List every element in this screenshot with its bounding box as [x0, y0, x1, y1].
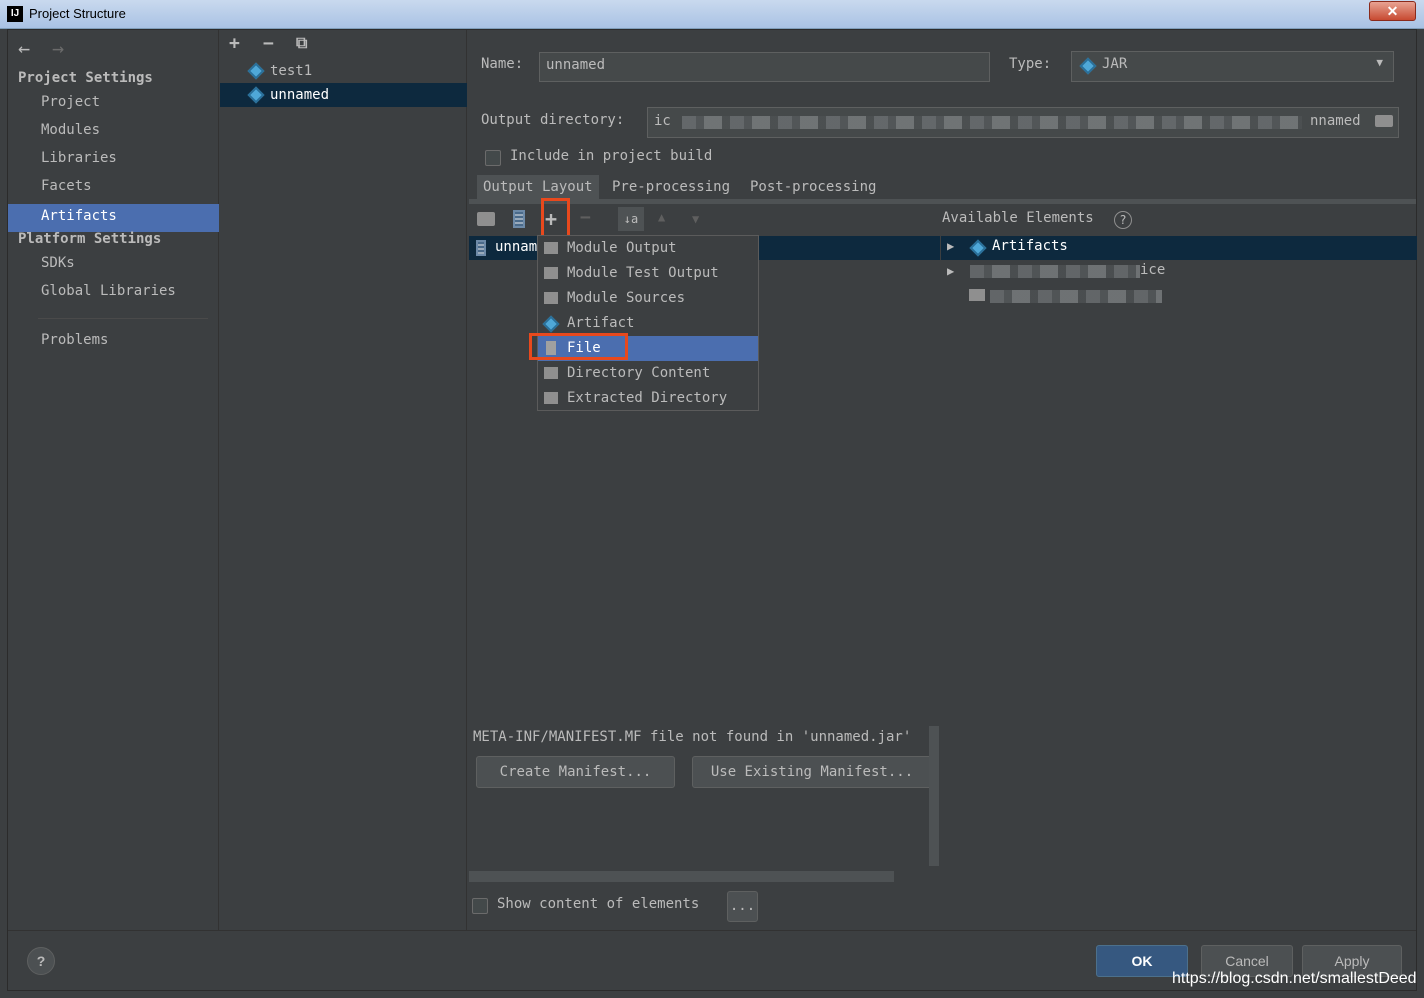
use-existing-manifest-button[interactable]: Use Existing Manifest...: [692, 756, 932, 788]
output-directory-input[interactable]: ic nnamed: [647, 107, 1399, 138]
tab-underline: [469, 199, 1416, 204]
menu-item-directory-content[interactable]: Directory Content: [538, 361, 758, 386]
artifact-label: test1: [270, 63, 313, 79]
type-value: JAR: [1102, 56, 1128, 72]
sidebar-item-problems[interactable]: Problems: [8, 327, 219, 354]
name-label: Name:: [481, 56, 524, 72]
manifest-scrollbar[interactable]: [929, 726, 939, 866]
project-settings-heading: Project Settings: [18, 70, 153, 86]
module-test-output-icon: [544, 267, 558, 279]
sort-icon[interactable]: ↓a: [618, 207, 644, 231]
help-icon[interactable]: ?: [27, 947, 55, 975]
forward-arrow-icon[interactable]: →: [52, 36, 64, 60]
menu-item-label: Module Output: [567, 240, 677, 256]
layout-root-label: unnam: [495, 239, 538, 255]
menu-item-label: Module Sources: [567, 290, 686, 306]
create-archive-icon[interactable]: [513, 210, 525, 228]
artifact-row-test1[interactable]: test1: [220, 59, 467, 83]
menu-item-module-test-output[interactable]: Module Test Output: [538, 261, 758, 286]
watermark: https://blog.csdn.net/smallestDeed: [1172, 970, 1417, 987]
artifacts-icon: [969, 239, 987, 257]
help-icon[interactable]: ?: [1114, 211, 1132, 229]
module-sources-icon: [544, 292, 558, 304]
remove-element-icon[interactable]: −: [580, 207, 591, 228]
add-element-menu: Module Output Module Test Output Module …: [537, 235, 759, 411]
jar-artifact-icon: [247, 62, 265, 80]
menu-item-extracted-directory[interactable]: Extracted Directory: [538, 386, 758, 411]
blurred-module-item: [990, 290, 1162, 303]
settings-sidebar: ← → Project Settings Project Modules Lib…: [8, 30, 219, 975]
available-artifacts-label: Artifacts: [992, 238, 1068, 254]
expand-arrow-icon[interactable]: ▶: [947, 239, 954, 253]
copy-artifact-icon[interactable]: ⧉: [296, 33, 307, 53]
menu-item-label: Module Test Output: [567, 265, 719, 281]
show-content-label: Show content of elements: [497, 896, 700, 912]
type-select[interactable]: JAR ▼: [1071, 51, 1394, 82]
menu-item-label: Extracted Directory: [567, 390, 728, 406]
move-down-icon[interactable]: ▼: [692, 212, 699, 226]
sidebar-item-libraries[interactable]: Libraries: [8, 145, 219, 172]
show-content-checkbox[interactable]: [472, 898, 488, 914]
menu-item-label: Directory Content: [567, 365, 711, 381]
sidebar-item-artifacts[interactable]: Artifacts: [8, 204, 219, 232]
jar-type-icon: [1079, 57, 1097, 75]
extracted-directory-icon: [544, 392, 558, 404]
include-in-build-label: Include in project build: [510, 148, 713, 164]
manifest-warning: META-INF/MANIFEST.MF file not found in '…: [473, 729, 912, 745]
blurred-module-name: [970, 265, 1140, 278]
include-in-build-checkbox[interactable]: [485, 150, 501, 166]
back-arrow-icon[interactable]: ←: [18, 36, 30, 60]
menu-item-label: Artifact: [567, 315, 635, 331]
sidebar-item-sdks[interactable]: SDKs: [8, 250, 219, 277]
available-elements-title: Available Elements: [942, 210, 1094, 226]
window-title: Project Structure: [29, 6, 126, 21]
sidebar-divider: [38, 318, 208, 319]
available-item-suffix: ice: [1140, 262, 1166, 278]
jar-archive-icon: [476, 240, 486, 256]
add-artifact-icon[interactable]: +: [229, 33, 240, 54]
directory-icon: [544, 367, 558, 379]
tab-output-layout[interactable]: Output Layout: [477, 175, 599, 199]
horizontal-scrollbar[interactable]: [469, 871, 894, 882]
expand-arrow-icon[interactable]: ▶: [947, 264, 954, 278]
jar-artifact-icon: [247, 86, 265, 104]
sidebar-item-facets[interactable]: Facets: [8, 173, 219, 200]
artifact-label: unnamed: [270, 87, 330, 103]
menu-item-module-output[interactable]: Module Output: [538, 236, 758, 261]
blurred-path: [682, 116, 1302, 129]
output-path-suffix: nnamed: [1310, 113, 1361, 129]
file-item-highlight: [529, 333, 628, 360]
platform-settings-heading: Platform Settings: [18, 231, 162, 247]
sidebar-item-global-libraries[interactable]: Global Libraries: [8, 278, 219, 305]
intellij-app-icon: IJ: [7, 6, 23, 22]
remove-artifact-icon[interactable]: −: [263, 33, 274, 54]
tab-post-processing[interactable]: Post-processing: [744, 175, 882, 199]
move-up-icon[interactable]: ▲: [658, 210, 665, 224]
close-button[interactable]: ✕: [1369, 1, 1416, 21]
type-label: Type:: [1009, 56, 1052, 72]
output-path-prefix: ic: [654, 113, 671, 129]
show-content-more-button[interactable]: ...: [727, 891, 758, 922]
artifacts-list-panel: + − ⧉ test1 unnamed: [220, 30, 467, 930]
artifact-icon: [542, 315, 560, 333]
folder-icon[interactable]: [1375, 115, 1393, 127]
chevron-down-icon: ▼: [1376, 56, 1383, 69]
tab-pre-processing[interactable]: Pre-processing: [606, 175, 736, 199]
output-directory-label: Output directory:: [481, 112, 625, 128]
menu-item-module-sources[interactable]: Module Sources: [538, 286, 758, 311]
available-row-artifacts[interactable]: ▶ Artifacts: [941, 236, 1417, 260]
new-directory-icon[interactable]: [477, 212, 495, 226]
title-bar: [0, 0, 1424, 29]
module-output-icon: [544, 242, 558, 254]
sidebar-item-modules[interactable]: Modules: [8, 117, 219, 144]
bottom-divider: [8, 930, 1416, 931]
name-input[interactable]: unnamed: [539, 52, 990, 82]
create-manifest-button[interactable]: Create Manifest...: [476, 756, 675, 788]
sidebar-item-project[interactable]: Project: [8, 89, 219, 116]
artifact-row-unnamed[interactable]: unnamed: [220, 83, 467, 107]
module-folder-icon: [969, 289, 985, 301]
